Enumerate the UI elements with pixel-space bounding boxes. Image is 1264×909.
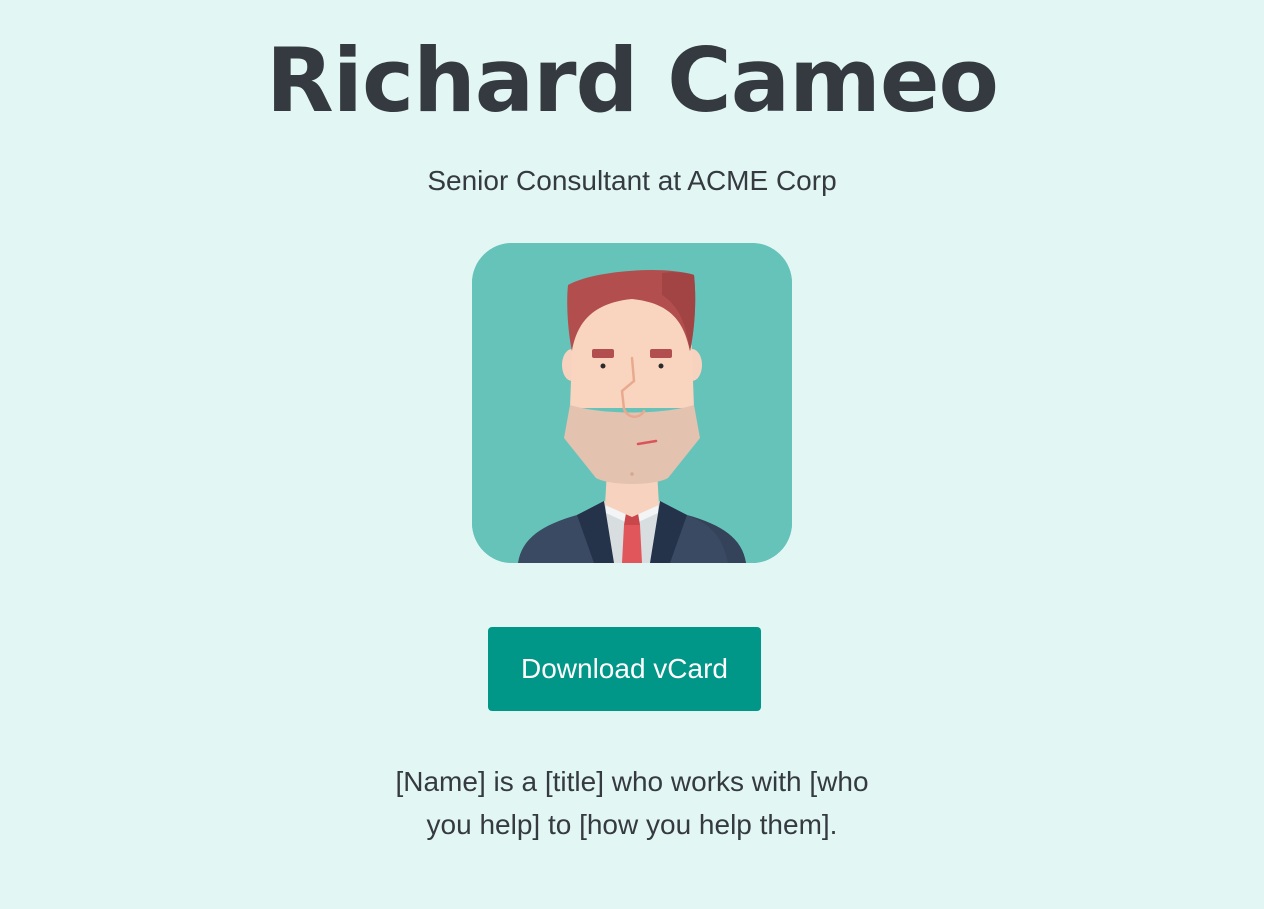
profile-title: Senior Consultant at ACME Corp [427,165,837,196]
profile-page: Richard Cameo Senior Consultant at ACME … [0,0,1264,909]
avatar [472,243,792,563]
businessman-avatar-icon [472,243,792,563]
profile-name: Richard Cameo [266,29,999,132]
profile-bio: [Name] is a [title] who works with [who … [395,766,869,840]
download-vcard-button[interactable]: Download vCard [488,627,761,711]
